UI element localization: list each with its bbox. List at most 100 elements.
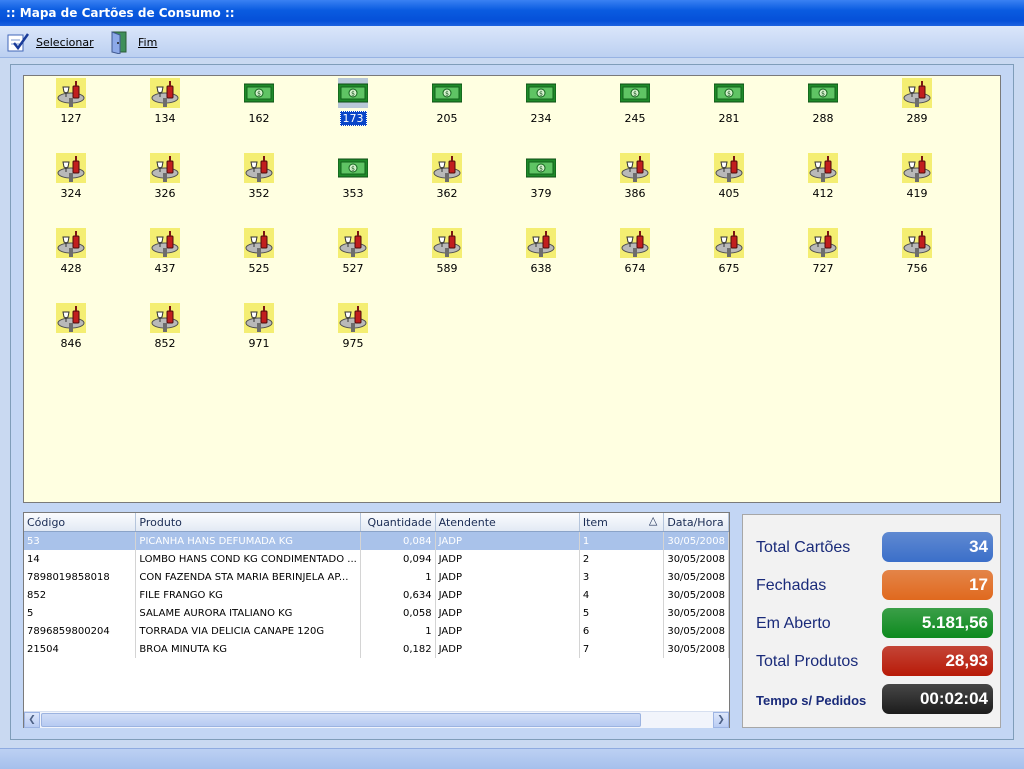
card-item[interactable]: $288 xyxy=(793,76,853,136)
card-number: 162 xyxy=(229,112,289,125)
table-bottle-icon xyxy=(244,228,274,258)
cell-atendente: JADP xyxy=(435,586,580,604)
card-item[interactable]: 386 xyxy=(605,151,665,211)
cell-item: 7 xyxy=(579,640,665,658)
card-number: 127 xyxy=(41,112,101,125)
card-item[interactable]: 727 xyxy=(793,226,853,286)
card-item[interactable]: 428 xyxy=(41,226,101,286)
horizontal-scrollbar[interactable]: ❮ ❯ xyxy=(24,711,729,728)
card-item[interactable]: $162 xyxy=(229,76,289,136)
card-number: 419 xyxy=(887,187,947,200)
table-bottle-icon xyxy=(620,153,650,183)
table-bottle-icon xyxy=(338,303,368,333)
card-number-text: 288 xyxy=(812,112,834,125)
card-item[interactable]: $281 xyxy=(699,76,759,136)
card-item[interactable]: 852 xyxy=(135,301,195,361)
card-item[interactable]: $173 xyxy=(323,76,383,136)
card-item[interactable]: 324 xyxy=(41,151,101,211)
card-item[interactable]: 289 xyxy=(887,76,947,136)
col-header-item[interactable]: Item △ xyxy=(579,513,665,532)
table-row[interactable]: 7896859800204 TORRADA VIA DELICIA CANAPE … xyxy=(24,622,729,640)
card-item[interactable]: $245 xyxy=(605,76,665,136)
money-bill-icon: $ xyxy=(431,78,463,108)
card-item[interactable]: $379 xyxy=(511,151,571,211)
card-item[interactable]: 756 xyxy=(887,226,947,286)
money-bill-icon: $ xyxy=(525,153,557,183)
exit-button-label: Fim xyxy=(138,35,158,49)
card-item[interactable]: 589 xyxy=(417,226,477,286)
card-item[interactable]: 412 xyxy=(793,151,853,211)
card-item[interactable]: 527 xyxy=(323,226,383,286)
money-bill-icon: $ xyxy=(619,78,651,108)
card-item[interactable]: $353 xyxy=(323,151,383,211)
fechadas-row: Fechadas 17 xyxy=(743,570,1002,600)
table-bottle-icon xyxy=(714,228,744,258)
card-item[interactable]: $234 xyxy=(511,76,571,136)
scroll-right-icon[interactable]: ❯ xyxy=(713,712,729,728)
card-number-text: 852 xyxy=(154,337,176,350)
checklist-icon xyxy=(7,33,30,52)
card-number: 281 xyxy=(699,112,759,125)
table-row[interactable]: 7898019858018 CON FAZENDA STA MARIA BERIN… xyxy=(24,568,729,586)
card-item[interactable]: 419 xyxy=(887,151,947,211)
card-item[interactable]: 971 xyxy=(229,301,289,361)
card-item[interactable]: 525 xyxy=(229,226,289,286)
card-item[interactable]: 352 xyxy=(229,151,289,211)
table-row[interactable]: 5 SALAME AURORA ITALIANO KG 0,058 JADP 5 30/0… xyxy=(24,604,729,622)
card-item[interactable]: 437 xyxy=(135,226,195,286)
card-item[interactable]: 134 xyxy=(135,76,195,136)
table-row[interactable]: 21504 BROA MINUTA KG 0,182 JADP 7 30/05/2008 xyxy=(24,640,729,658)
fechadas-value: 17 xyxy=(882,570,993,600)
card-item[interactable]: 975 xyxy=(323,301,383,361)
card-item[interactable]: 674 xyxy=(605,226,665,286)
cell-produto: TORRADA VIA DELICIA CANAPE 120G xyxy=(135,622,361,640)
cell-item: 3 xyxy=(579,568,665,586)
col-header-datahora[interactable]: Data/Hora xyxy=(663,513,729,532)
card-item[interactable]: 362 xyxy=(417,151,477,211)
money-bill-icon: $ xyxy=(525,78,557,108)
scroll-left-icon[interactable]: ❮ xyxy=(24,712,40,728)
col-header-quantidade[interactable]: Quantidade xyxy=(360,513,436,532)
card-number-text: 727 xyxy=(812,262,834,275)
card-item[interactable]: 326 xyxy=(135,151,195,211)
card-number-text: 362 xyxy=(436,187,458,200)
card-item[interactable]: 127 xyxy=(41,76,101,136)
card-number-text: 326 xyxy=(154,187,176,200)
card-number-text: 134 xyxy=(154,112,176,125)
card-number-text: 525 xyxy=(248,262,270,275)
svg-text:$: $ xyxy=(351,91,355,98)
card-number-text: 234 xyxy=(530,112,552,125)
em-aberto-row: Em Aberto 5.181,56 xyxy=(743,608,1002,638)
exit-button[interactable]: Fim xyxy=(108,30,157,54)
col-header-codigo[interactable]: Código xyxy=(24,513,137,532)
card-number: 525 xyxy=(229,262,289,275)
card-item[interactable]: 405 xyxy=(699,151,759,211)
card-number: 352 xyxy=(229,187,289,200)
window-titlebar: :: Mapa de Cartões de Consumo :: xyxy=(0,0,1024,26)
table-row[interactable]: 14 LOMBO HANS COND KG CONDIMENTADO ... 0,0… xyxy=(24,550,729,568)
select-button[interactable]: Selecionar xyxy=(6,30,94,54)
table-bottle-icon xyxy=(808,228,838,258)
money-bill-icon: $ xyxy=(337,78,369,108)
card-number: 527 xyxy=(323,262,383,275)
card-item[interactable]: $205 xyxy=(417,76,477,136)
scroll-thumb[interactable] xyxy=(41,713,641,727)
col-header-atendente[interactable]: Atendente xyxy=(435,513,580,532)
table-bottle-icon xyxy=(150,153,180,183)
card-item[interactable]: 675 xyxy=(699,226,759,286)
card-number: 971 xyxy=(229,337,289,350)
cards-map: 127 134 $162 $173 $205 $234 $245 $281 $288 289 324… xyxy=(23,75,1001,503)
cell-datahora: 30/05/2008 xyxy=(663,531,729,550)
table-row[interactable]: 53 PICANHA HANS DEFUMADA KG 0,084 JADP 1 30/0… xyxy=(24,531,729,550)
card-item[interactable]: 638 xyxy=(511,226,571,286)
col-header-produto[interactable]: Produto xyxy=(135,513,361,532)
card-number-text: 289 xyxy=(906,112,928,125)
cell-codigo: 5 xyxy=(24,604,137,622)
card-item[interactable]: 846 xyxy=(41,301,101,361)
tempo-value: 00:02:04 xyxy=(882,684,993,714)
card-number-text: 245 xyxy=(624,112,646,125)
table-row[interactable]: 852 FILE FRANGO KG 0,634 JADP 4 30/05/2008 xyxy=(24,586,729,604)
cell-quantidade: 0,182 xyxy=(360,640,436,658)
cell-codigo: 7898019858018 xyxy=(24,568,137,586)
cell-codigo: 14 xyxy=(24,550,137,568)
